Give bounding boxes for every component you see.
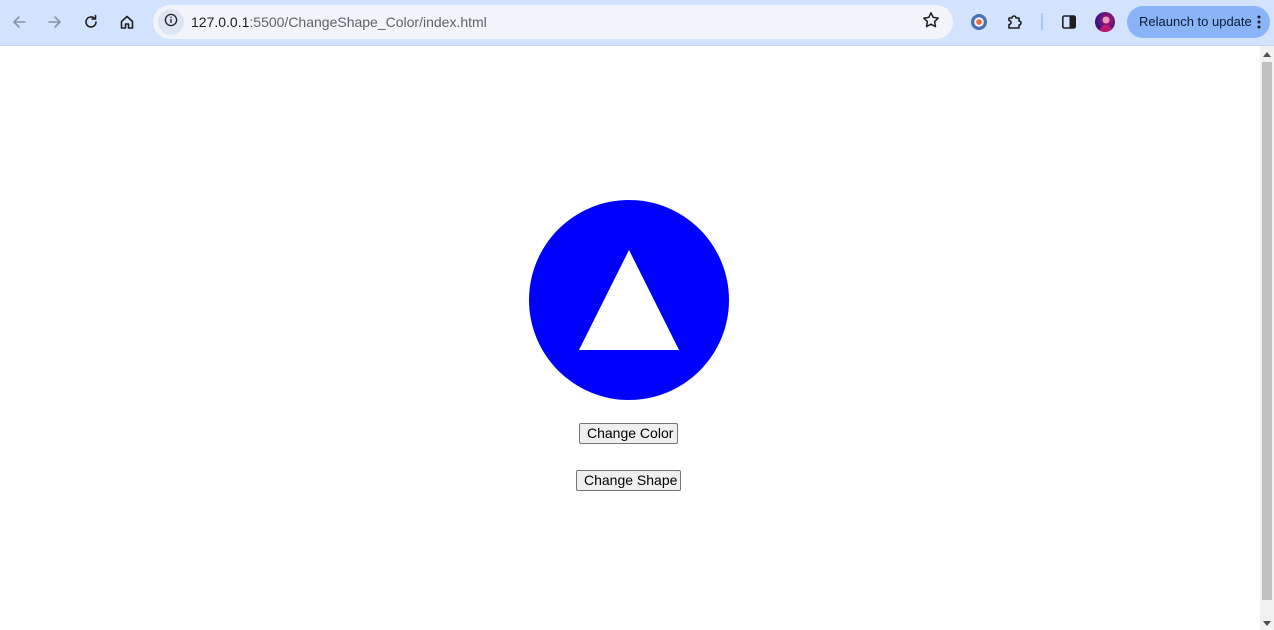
side-panel-icon [1061,14,1077,30]
scroll-thumb[interactable] [1262,62,1272,600]
relaunch-label: Relaunch to update [1139,14,1252,29]
toolbar-divider [1041,13,1043,30]
forward-arrow-icon [47,14,63,30]
reload-button[interactable] [77,8,105,36]
home-icon [119,14,135,30]
scroll-up-arrow-icon[interactable] [1263,52,1271,57]
info-icon [164,13,178,32]
page-content: Change Color Change Shape [0,46,1260,630]
relaunch-button[interactable]: Relaunch to update [1127,6,1270,38]
extensions-button[interactable] [1001,8,1029,36]
side-panel-button[interactable] [1055,8,1083,36]
url-path: :5500/ChangeShape_Color/index.html [249,14,487,30]
extension-button[interactable] [965,8,993,36]
back-arrow-icon [11,14,27,30]
extension-logo-icon [970,13,988,31]
scroll-down-arrow-icon[interactable] [1263,621,1271,626]
change-color-button[interactable]: Change Color [579,423,678,444]
reload-icon [83,14,99,30]
scrollbar[interactable] [1260,46,1274,630]
vertical-dots-icon[interactable] [1256,14,1262,30]
puzzle-icon [1006,13,1024,31]
url-text[interactable]: 127.0.0.1:5500/ChangeShape_Color/index.h… [191,14,487,30]
url-host: 127.0.0.1 [191,14,250,30]
change-shape-button[interactable]: Change Shape [576,470,681,491]
site-info-button[interactable] [158,9,184,35]
browser-toolbar: 127.0.0.1:5500/ChangeShape_Color/index.h… [0,0,1274,46]
address-bar[interactable]: 127.0.0.1:5500/ChangeShape_Color/index.h… [153,5,953,39]
shape-display [529,200,729,400]
forward-button[interactable] [41,8,69,36]
avatar[interactable] [1095,12,1115,32]
back-button[interactable] [5,8,33,36]
bookmark-button[interactable] [921,11,941,34]
home-button[interactable] [113,8,141,36]
star-icon [922,11,940,34]
white-triangle-shape [579,250,679,350]
